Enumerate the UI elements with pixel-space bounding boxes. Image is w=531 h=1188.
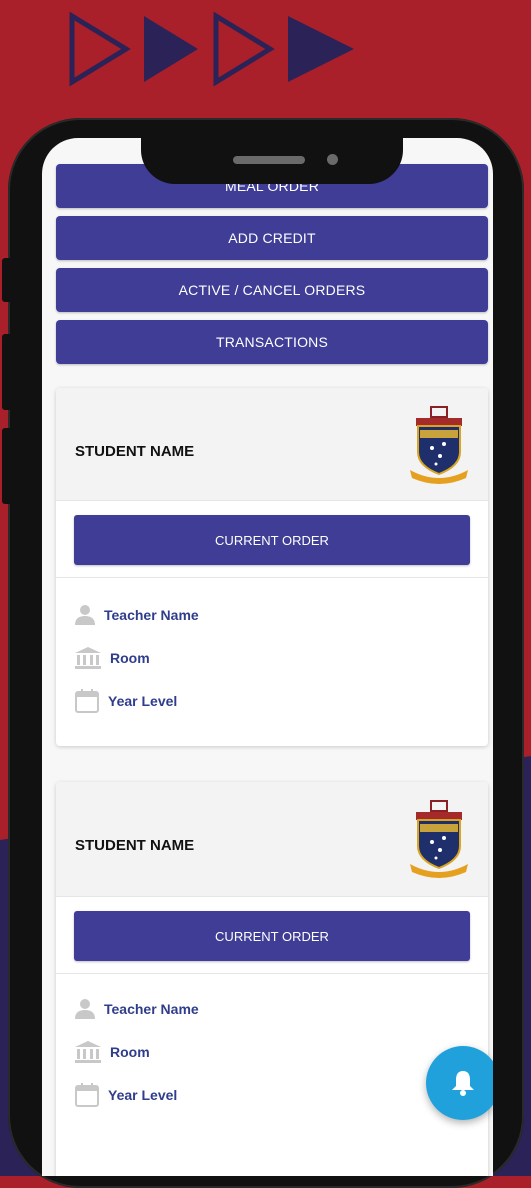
calendar-icon	[75, 689, 99, 713]
front-camera	[327, 154, 338, 165]
student-name: STUDENT NAME	[75, 443, 195, 460]
notifications-fab[interactable]	[426, 1046, 493, 1120]
room-label: Room	[110, 650, 150, 666]
teacher-row: Teacher Name	[74, 604, 199, 626]
current-order-label: CURRENT ORDER	[215, 532, 329, 548]
person-icon	[75, 999, 95, 1019]
current-order-label: CURRENT ORDER	[215, 928, 329, 944]
chevron-arrows-decoration	[69, 11, 354, 87]
phone-side-button-3	[2, 428, 12, 504]
building-icon	[75, 647, 101, 669]
bell-icon	[452, 1071, 474, 1096]
speaker-grille	[233, 156, 305, 164]
student-card-2: STUDENT NAME CURRENT ORDER Teacher Name …	[56, 782, 488, 1176]
school-crest-logo	[410, 800, 468, 878]
year-level-label: Year Level	[108, 1087, 178, 1103]
school-crest-logo	[410, 406, 468, 484]
room-label: Room	[110, 1044, 150, 1060]
phone-notch	[141, 134, 403, 184]
add-credit-button[interactable]: ADD CREDIT	[56, 216, 488, 260]
student-card-1: STUDENT NAME CURRENT ORDER Teacher Name …	[56, 388, 488, 746]
teacher-row: Teacher Name	[74, 998, 199, 1020]
student-card-header: STUDENT NAME	[56, 388, 488, 501]
year-level-row: Year Level	[74, 688, 177, 714]
current-order-area: CURRENT ORDER	[56, 897, 488, 974]
current-order-button[interactable]: CURRENT ORDER	[74, 515, 470, 565]
student-name: STUDENT NAME	[75, 837, 195, 854]
year-level-label: Year Level	[108, 693, 178, 709]
teacher-name: Teacher Name	[104, 1001, 199, 1017]
calendar-icon	[75, 1083, 99, 1107]
room-row: Room	[74, 1040, 150, 1064]
room-row: Room	[74, 646, 150, 670]
active-cancel-orders-button[interactable]: ACTIVE / CANCEL ORDERS	[56, 268, 488, 312]
transactions-button[interactable]: TRANSACTIONS	[56, 320, 488, 364]
phone-side-button-2	[2, 334, 12, 410]
phone-screen: MEAL ORDER ADD CREDIT ACTIVE / CANCEL OR…	[42, 138, 493, 1176]
current-order-area: CURRENT ORDER	[56, 501, 488, 578]
student-card-header: STUDENT NAME	[56, 782, 488, 897]
teacher-name: Teacher Name	[104, 607, 199, 623]
transactions-label: TRANSACTIONS	[215, 334, 329, 350]
active-cancel-orders-label: ACTIVE / CANCEL ORDERS	[178, 282, 366, 298]
current-order-button[interactable]: CURRENT ORDER	[74, 911, 470, 961]
person-icon	[75, 605, 95, 625]
building-icon	[75, 1041, 101, 1063]
year-level-row: Year Level	[74, 1082, 177, 1108]
phone-side-button-1	[2, 258, 12, 302]
add-credit-label: ADD CREDIT	[228, 230, 316, 246]
